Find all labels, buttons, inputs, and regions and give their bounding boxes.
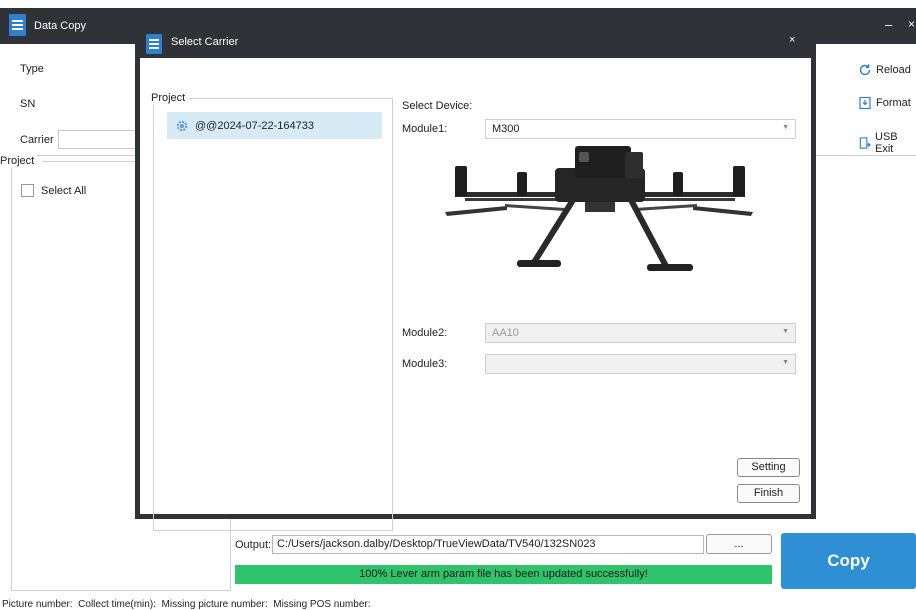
close-button[interactable]: × xyxy=(908,17,915,31)
project-list-box xyxy=(153,98,393,531)
select-all-checkbox[interactable] xyxy=(21,184,34,197)
copy-button[interactable]: Copy xyxy=(781,533,916,589)
app-document-icon xyxy=(9,14,26,36)
status-footer: Picture number: Collect time(min): Missi… xyxy=(2,599,371,610)
project-group-left-border xyxy=(11,168,12,590)
project-name: @@2024-07-22-164733 xyxy=(195,119,314,132)
dialog-document-icon xyxy=(146,34,162,54)
dialog-body: Project @@2024-07-22-164733 Select Devic… xyxy=(140,58,811,531)
missing-pos-label: Missing POS number: xyxy=(273,599,371,610)
project-group-label: Project xyxy=(0,155,38,167)
select-all-label: Select All xyxy=(41,185,87,197)
select-device-label: Select Device: xyxy=(402,100,473,112)
actions-divider xyxy=(816,155,916,156)
dialog-title: Select Carrier xyxy=(171,36,239,48)
project-list-item[interactable]: @@2024-07-22-164733 xyxy=(167,112,382,139)
browse-button[interactable]: ... xyxy=(706,534,772,554)
chevron-down-icon: ▼ xyxy=(782,328,789,335)
module2-label: Module2: xyxy=(402,327,448,339)
reload-button[interactable]: Reload xyxy=(858,63,911,77)
setting-button[interactable]: Setting xyxy=(737,458,800,477)
module2-value: AA10 xyxy=(492,327,519,339)
reload-label: Reload xyxy=(876,64,911,76)
drone-image xyxy=(445,146,753,271)
module3-label: Module3: xyxy=(402,358,448,370)
module2-select[interactable]: AA10 ▼ xyxy=(485,323,796,343)
carrier-label: Carrier xyxy=(20,134,54,146)
type-label: Type xyxy=(20,63,44,75)
project-group-bottom-border xyxy=(11,590,231,591)
format-icon xyxy=(859,96,871,110)
module1-select[interactable]: M300 ▼ xyxy=(485,119,796,139)
window-top-edge xyxy=(0,0,916,8)
usb-exit-label: USB Exit xyxy=(875,131,898,155)
usb-exit-icon xyxy=(859,137,871,149)
chevron-down-icon: ▼ xyxy=(782,359,789,366)
dialog-close-button[interactable]: × xyxy=(789,34,795,46)
minimize-button[interactable]: – xyxy=(885,17,892,32)
module1-value: M300 xyxy=(492,123,520,135)
missing-picture-label: Missing picture number: xyxy=(161,599,268,610)
progress-bar: 100% Lever arm param file has been updat… xyxy=(235,565,772,584)
module1-label: Module1: xyxy=(402,123,448,135)
module3-select[interactable]: ▼ xyxy=(485,354,796,374)
main-window-title: Data Copy xyxy=(34,20,86,32)
picture-number-label: Picture number: xyxy=(2,599,73,610)
dialog-project-label: Project xyxy=(151,92,190,104)
collect-time-label: Collect time(min): xyxy=(78,599,156,610)
reload-icon xyxy=(859,64,871,76)
usb-exit-button[interactable]: USB Exit xyxy=(858,131,916,155)
gear-icon xyxy=(176,120,188,131)
sn-label: SN xyxy=(20,98,36,110)
output-path-field[interactable]: C:/Users/jackson.dalby/Desktop/TrueViewD… xyxy=(272,535,704,554)
project-group-border xyxy=(42,161,135,162)
format-button[interactable]: Format xyxy=(858,96,911,110)
format-label: Format xyxy=(876,97,911,109)
carrier-field[interactable] xyxy=(58,130,142,149)
chevron-down-icon: ▼ xyxy=(782,124,789,131)
output-label: Output: xyxy=(235,539,272,551)
finish-button[interactable]: Finish xyxy=(737,484,800,503)
